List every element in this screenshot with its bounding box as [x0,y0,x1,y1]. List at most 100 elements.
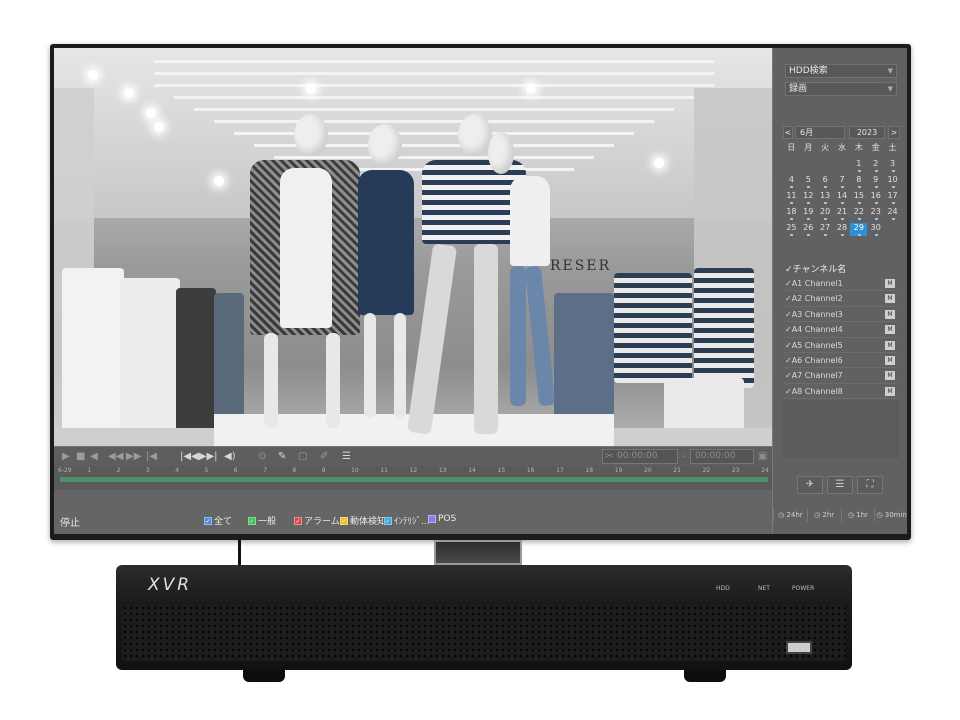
channel-item[interactable]: ✓A2 Channel2 M [783,291,899,307]
clip-start-time[interactable]: 00:00:00 [602,449,678,464]
timeline[interactable]: 6-29 1 2 3 4 5 6 7 8 9 10 11 12 13 14 15 16 17 18 19 20 21 22 2… [54,466,772,490]
calendar-day[interactable]: 1 [850,159,867,172]
calendar-day[interactable]: 7 [834,175,851,188]
calendar-day[interactable]: 13 [817,191,834,204]
calendar-day[interactable]: 8 [850,175,867,188]
tag-icon[interactable]: ✐ [320,450,328,464]
year-select[interactable]: 2023 [849,126,885,139]
video-playback-area[interactable]: RESER [54,48,772,446]
stop-icon[interactable]: ■ [76,450,85,464]
calendar-day[interactable]: 3 [884,159,901,172]
calendar-day[interactable]: 21 [834,207,851,220]
legend-checkbox[interactable]: ✓ [340,516,348,525]
play-icon[interactable]: ▶ [62,450,70,464]
legend-checkbox[interactable]: ✓ [204,516,212,525]
list-icon[interactable]: ☰ [342,450,351,464]
calendar-day[interactable]: 4 [783,175,800,188]
calendar-day[interactable]: 10 [884,175,901,188]
fisheye-icon[interactable]: ⊙ [258,450,266,464]
timeline-tick-label: 2 [116,467,121,474]
calendar-day[interactable]: 28 [834,223,851,236]
next-month-button[interactable]: > [888,126,900,139]
channel-item[interactable]: ✓A3 Channel3 M [783,307,899,323]
legend-item[interactable]: ✓ 全て [204,514,232,527]
main-stream-badge[interactable]: M [885,294,895,304]
main-stream-badge[interactable]: M [885,355,895,365]
main-stream-badge[interactable]: M [885,386,895,396]
legend-checkbox[interactable] [428,515,436,523]
record-type-dropdown[interactable]: 録画 ▼ [785,82,897,96]
calendar-day[interactable]: 22 [850,207,867,220]
calendar-day[interactable]: 25 [783,223,800,236]
month-select[interactable]: 6月 [795,126,845,139]
smart-search-icon[interactable]: ✎ [278,450,286,464]
calendar-day[interactable]: 6 [817,175,834,188]
calendar-day[interactable]: 20 [817,207,834,220]
legend-label: ｲﾝﾃﾘｼﾞ... [394,517,430,527]
clothing-dark [176,288,216,438]
calendar-day[interactable]: 11 [783,191,800,204]
calendar-day[interactable]: 17 [884,191,901,204]
file-list-button[interactable]: ☰ [827,476,853,494]
calendar-day[interactable]: 24 [884,207,901,220]
calendar-day[interactable]: 30 [867,223,884,236]
search-type-dropdown[interactable]: HDD検索 ▼ [785,64,897,78]
calendar-day[interactable]: 23 [867,207,884,220]
channel-item[interactable]: ✓A7 Channel7 M [783,368,899,384]
channel-item[interactable]: ✓A1 Channel1 M [783,276,899,292]
time-scale-label: 1hr [856,511,868,519]
legend-checkbox[interactable]: ✓ [294,516,302,525]
channel-item[interactable]: ✓A8 Channel8 M [783,384,899,400]
clip-end-time[interactable]: 00:00:00 [690,449,754,464]
timeline-tick-label: 16 [526,467,535,474]
legend-item[interactable]: ✓ 動体検知 [340,514,386,527]
playback-status: 停止 [60,518,80,529]
calendar-day[interactable]: 18 [783,207,800,220]
legend-item[interactable]: POS [428,514,456,524]
time-scale-option[interactable]: ◷ 1hr [840,508,875,522]
save-icon[interactable]: ▣ [758,450,767,464]
timeline-tick-label: 24 [761,467,769,474]
scissors-icon[interactable]: ✂ [605,450,613,464]
channel-item[interactable]: ✓A4 Channel4 M [783,322,899,338]
channel-item[interactable]: ✓A5 Channel5 M [783,338,899,353]
channel-item[interactable]: ✓A6 Channel6 M [783,353,899,369]
calendar-day[interactable]: 27 [817,223,834,236]
prev-next-record-icon[interactable]: |◀◀▶▶| [180,450,218,464]
main-stream-badge[interactable]: M [885,340,895,350]
prev-frame-icon[interactable]: |◀ [146,450,157,464]
legend-item[interactable]: ✓ アラーム [294,514,340,527]
recording-track[interactable] [60,477,768,482]
calendar-day[interactable]: 12 [800,191,817,204]
ceiling-light [526,84,536,94]
legend-checkbox[interactable]: ✓ [248,516,256,525]
prev-month-button[interactable]: < [783,126,793,139]
main-stream-badge[interactable]: M [885,371,895,381]
channel-list-header[interactable]: ✓チャンネル名 [785,262,846,275]
fullscreen-button[interactable]: ⛶ [857,476,883,494]
main-stream-badge[interactable]: M [885,325,895,335]
reverse-play-icon[interactable]: ◀ [90,450,98,464]
calendar-day[interactable]: 19 [800,207,817,220]
calendar-day[interactable]: 15 [850,191,867,204]
slow-icon[interactable]: ◀◀ [108,450,123,464]
calendar-day[interactable]: 5 [800,175,817,188]
calendar-day[interactable]: 26 [800,223,817,236]
main-stream-badge[interactable]: M [885,309,895,319]
calendar-day[interactable]: 14 [834,191,851,204]
time-scale-option[interactable]: ◷ 2hr [806,508,841,522]
calendar-day[interactable]: 16 [867,191,884,204]
volume-icon[interactable]: ◀) [224,450,236,464]
time-scale-option[interactable]: ◷ 24hr [773,508,807,522]
calendar-day[interactable]: 9 [867,175,884,188]
calendar-day[interactable]: 2 [867,159,884,172]
smart-search-button[interactable]: ✈ [797,476,823,494]
snapshot-icon[interactable]: ▢ [298,450,307,464]
legend-item[interactable]: ✓ 一般 [248,514,276,527]
legend-item[interactable]: ✓ ｲﾝﾃﾘｼﾞ... [384,514,430,527]
time-scale-option[interactable]: ◷ 30min [874,508,907,522]
main-stream-badge[interactable]: M [885,279,895,288]
calendar-day[interactable]: 29 [850,223,868,236]
fast-icon[interactable]: ▶▶ [126,450,141,464]
legend-checkbox[interactable]: ✓ [384,516,392,525]
